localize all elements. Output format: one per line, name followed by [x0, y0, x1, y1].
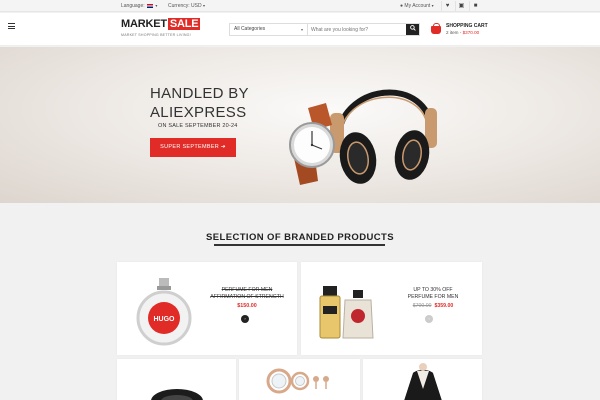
hero-subtitle: ON SALE SEPTEMBER 20-24 — [158, 123, 238, 129]
currency-label: Currency: USD — [168, 3, 202, 9]
category-select[interactable]: All Categories ▾ — [230, 24, 308, 35]
shopping-bag-icon — [431, 23, 441, 34]
hero-product-image — [289, 89, 437, 185]
hugo-perfume-image: HUGO — [136, 278, 192, 346]
language-label: Language: — [121, 3, 145, 9]
logo-accent-text: SALE — [167, 18, 201, 30]
product-card[interactable] — [117, 359, 236, 400]
uk-flag-icon — [147, 3, 154, 8]
product-line1: PERFUME FOR MEN — [221, 287, 273, 293]
product-price: $150.00 — [237, 303, 257, 309]
product-card[interactable] — [363, 359, 482, 400]
chevron-down-icon: ▾ — [300, 27, 303, 32]
watch-product-image — [151, 389, 203, 400]
chevron-down-icon: ▾ — [203, 3, 206, 8]
logo-tagline: MARKET SHOPPING BETTER LIVING! — [121, 33, 191, 37]
section-title-underline — [214, 244, 385, 246]
hero-title-line1: HANDLED BY — [150, 85, 249, 102]
currency-selector[interactable]: Currency: USD ▾ — [168, 3, 205, 9]
product-card[interactable]: UP TO 30% OFF PERFUME FOR MEN $700.00 $35… — [301, 262, 482, 355]
wishlist-heart-icon[interactable]: ♥ — [441, 1, 453, 11]
product-line1: UP TO 30% OFF — [413, 287, 453, 293]
site-header: MARKET SALE MARKET SHOPPING BETTER LIVING… — [0, 13, 600, 46]
hugo-logo-text: HUGO — [154, 316, 176, 323]
product-card[interactable]: HUGO PERFUME FOR MEN AFFIRMATION OF STRE… — [117, 262, 297, 355]
jacket-product-image — [404, 363, 442, 400]
chevron-down-icon: ▾ — [155, 3, 158, 8]
my-account-menu[interactable]: ● My Account ▾ — [400, 3, 434, 9]
category-select-value: All Categories — [234, 26, 266, 32]
hero-title-line2: ALIEXPRESS — [150, 104, 247, 121]
user-icon: ● — [400, 3, 404, 9]
search-bar: All Categories ▾ — [229, 23, 420, 36]
chevron-down-icon: ▾ — [431, 3, 434, 8]
hero-banner[interactable]: HANDLED BY ALIEXPRESS ON SALE SEPTEMBER … — [0, 47, 600, 203]
product-line2: PERFUME FOR MEN — [407, 294, 459, 300]
arrow-right-circle-icon: ➔ — [220, 144, 226, 150]
product-line2: AFFIRMATION OF STRENGTH — [210, 294, 284, 300]
site-logo[interactable]: MARKET SALE — [121, 18, 201, 30]
super-september-button[interactable]: SUPER SEPTEMBER ➔ — [150, 138, 236, 157]
product-price: $359.00 — [434, 303, 454, 309]
product-price-group: $700.00 $359.00 — [395, 303, 471, 309]
earrings-product-image — [266, 368, 329, 394]
lock-icon[interactable]: ■ — [469, 1, 481, 11]
carousel-prev-icon[interactable]: ‹ — [425, 315, 433, 323]
hamburger-menu-icon[interactable] — [8, 23, 15, 29]
language-selector[interactable]: Language: ▾ — [121, 3, 157, 9]
hero-title: HANDLED BY ALIEXPRESS — [150, 84, 249, 122]
product-old-price: $700.00 — [412, 303, 432, 309]
cart-count: 2 item - — [446, 30, 462, 35]
product-card[interactable] — [239, 359, 360, 400]
top-bar: Language: ▾ Currency: USD ▾ ● My Account… — [0, 0, 600, 12]
carousel-next-icon[interactable]: › — [241, 315, 249, 323]
search-icon — [409, 25, 416, 31]
my-account-label: My Account — [404, 3, 431, 9]
perfume-bottles-image — [319, 286, 374, 339]
cart-summary: 2 item - $370.00 — [446, 30, 479, 35]
cart-title: SHOPPING CART — [446, 23, 488, 29]
cta-label: SUPER SEPTEMBER — [160, 144, 220, 150]
shopping-cart[interactable]: SHOPPING CART 2 item - $370.00 — [431, 23, 491, 39]
search-button[interactable] — [406, 24, 419, 35]
search-input[interactable] — [311, 24, 406, 35]
logo-main-text: MARKET — [121, 18, 167, 30]
compare-icon[interactable]: ▣ — [455, 1, 467, 11]
section-title: SELECTION OF BRANDED PRODUCTS — [206, 232, 394, 243]
cart-amount: $370.00 — [462, 30, 480, 35]
